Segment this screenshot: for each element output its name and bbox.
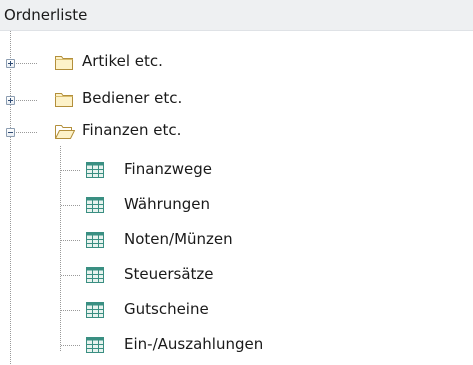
table-icon: [86, 302, 104, 318]
panel-header: Ordnerliste: [0, 0, 473, 31]
folder-closed-icon: [55, 93, 73, 107]
tree-child-gutscheine[interactable]: Gutscheine: [0, 298, 473, 322]
table-icon: [86, 337, 104, 353]
tree-child-finanzwege[interactable]: Finanzwege: [0, 158, 473, 182]
folder-open-icon: [55, 125, 75, 139]
table-icon: [86, 267, 104, 283]
tree-node-label: Bediener etc.: [82, 89, 183, 107]
folder-closed-icon: [55, 56, 73, 70]
tree-node-label: Finanzen etc.: [82, 121, 182, 139]
panel-title: Ordnerliste: [4, 6, 88, 24]
expand-toggle[interactable]: [6, 59, 15, 68]
table-icon: [86, 162, 104, 178]
folder-list-panel: Ordnerliste Artikel etc. Bediener etc. F…: [0, 0, 473, 365]
tree-child-label: Finanzwege: [124, 160, 213, 178]
tree-child-ein-auszahlungen[interactable]: Ein-/Auszahlungen: [0, 333, 473, 357]
expand-toggle[interactable]: [6, 96, 15, 105]
tree-node-label: Artikel etc.: [82, 52, 163, 70]
tree-child-steuersaetze[interactable]: Steuersätze: [0, 263, 473, 287]
table-icon: [86, 232, 104, 248]
tree-child-waehrungen[interactable]: Währungen: [0, 193, 473, 217]
tree-child-label: Steuersätze: [124, 265, 214, 283]
table-icon: [86, 197, 104, 213]
tree-child-noten-muenzen[interactable]: Noten/Münzen: [0, 228, 473, 252]
tree-child-label: Ein-/Auszahlungen: [124, 335, 264, 353]
tree-child-label: Noten/Münzen: [124, 230, 233, 248]
tree-node-artikel[interactable]: Artikel etc.: [0, 51, 473, 75]
folder-tree: Artikel etc. Bediener etc. Finanzen etc.…: [0, 31, 473, 365]
tree-node-finanzen[interactable]: Finanzen etc.: [0, 120, 473, 144]
tree-child-label: Währungen: [124, 195, 211, 213]
tree-node-bediener[interactable]: Bediener etc.: [0, 88, 473, 112]
tree-child-label: Gutscheine: [124, 300, 209, 318]
collapse-toggle[interactable]: [6, 128, 15, 137]
